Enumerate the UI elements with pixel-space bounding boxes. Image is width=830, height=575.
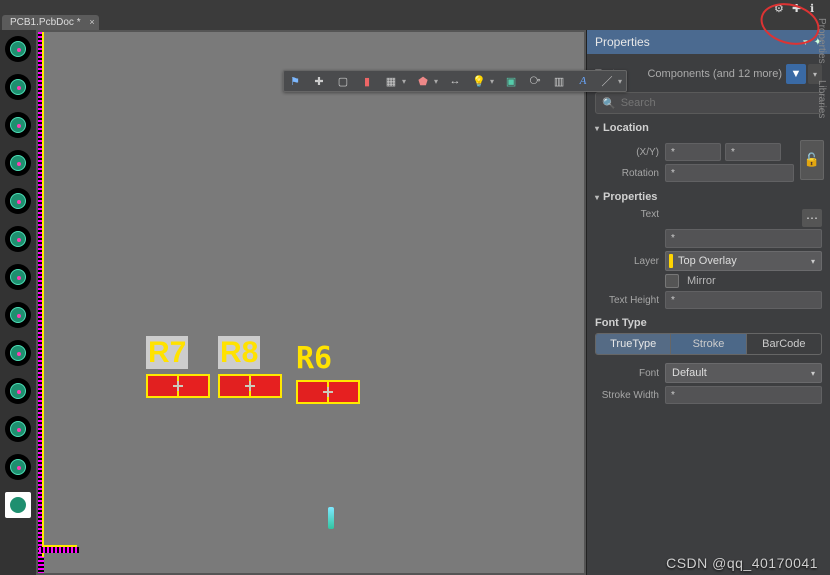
info-icon[interactable]: ℹ: [810, 2, 818, 10]
textheight-label: Text Height: [595, 295, 661, 306]
strokewidth-label: Stroke Width: [595, 390, 661, 401]
y-input[interactable]: *: [725, 143, 781, 161]
side-tab-properties[interactable]: Properties: [816, 18, 827, 64]
grid-icon[interactable]: ▦: [384, 74, 398, 88]
xy-label: (X/Y): [595, 147, 661, 158]
fonttype-stroke[interactable]: Stroke: [670, 334, 745, 354]
pad-selected-icon[interactable]: [5, 492, 31, 518]
font-label: Font: [595, 368, 661, 379]
pad-icon[interactable]: [5, 302, 31, 328]
plus-icon[interactable]: ✚: [312, 74, 326, 88]
search-input[interactable]: 🔍: [595, 92, 822, 114]
pad-icon[interactable]: [5, 378, 31, 404]
pad-icon[interactable]: [5, 340, 31, 366]
line-icon[interactable]: ／: [600, 74, 614, 88]
font-combo[interactable]: Default ▾: [665, 363, 822, 383]
rect-icon[interactable]: ▢: [336, 74, 350, 88]
fonttype-segment: TrueType Stroke BarCode: [595, 333, 822, 355]
properties-panel: Properties ▾ ✦ Text Components (and 12 m…: [586, 30, 830, 575]
layer-label: Layer: [595, 256, 661, 267]
designator[interactable]: R6: [296, 344, 360, 374]
pad-icon[interactable]: [5, 188, 31, 214]
board-outline: [43, 545, 77, 547]
polygon-icon[interactable]: ⬟: [416, 74, 430, 88]
font-value: Default: [672, 367, 707, 379]
component-r7[interactable]: R7: [146, 338, 210, 398]
component-r8[interactable]: R8: [218, 338, 282, 398]
footprint[interactable]: [218, 374, 282, 398]
board-outline: [42, 32, 44, 557]
close-icon[interactable]: ×: [89, 17, 94, 27]
image-icon[interactable]: ▣: [504, 74, 518, 88]
panel-title: Properties: [595, 35, 650, 49]
active-bar: ⚑ ✚ ▢ ▮ ▦▾ ⬟▾ ↔ 💡▾ ▣ ⧂ ▥ A ／▾: [283, 70, 627, 92]
flag-icon[interactable]: ⚑: [288, 74, 302, 88]
pad-icon[interactable]: [5, 150, 31, 176]
x-input[interactable]: *: [665, 143, 721, 161]
layer-value: Top Overlay: [678, 255, 737, 267]
section-location[interactable]: Location: [595, 122, 822, 134]
strokewidth-input[interactable]: *: [665, 386, 822, 404]
chart-icon[interactable]: ▥: [552, 74, 566, 88]
search-icon: 🔍: [602, 97, 616, 110]
board-edge: [39, 547, 79, 553]
search-field[interactable]: [621, 97, 815, 109]
pad-icon[interactable]: [5, 112, 31, 138]
pad-icon[interactable]: [5, 264, 31, 290]
side-tab-libraries[interactable]: Libraries: [816, 80, 827, 118]
layer-combo[interactable]: Top Overlay ▾: [665, 251, 822, 271]
component-rail: [0, 30, 36, 575]
graph-icon[interactable]: ⧂: [528, 74, 542, 88]
pin-icon[interactable]: ⚙: [774, 2, 782, 10]
help-icon[interactable]: ✚: [792, 2, 800, 10]
context-filter-label: Components (and 12 more): [647, 68, 782, 80]
textheight-input[interactable]: *: [665, 291, 822, 309]
designator[interactable]: R8: [218, 338, 282, 368]
pad-icon[interactable]: [5, 416, 31, 442]
component-r6[interactable]: R6: [296, 344, 360, 404]
bar-icon[interactable]: ▮: [360, 74, 374, 88]
panel-menu-icon[interactable]: ▾: [803, 37, 808, 48]
text-more-button[interactable]: ⋯: [802, 209, 822, 227]
mirror-checkbox[interactable]: [665, 274, 679, 288]
rotation-input[interactable]: *: [665, 164, 794, 182]
text-area[interactable]: *: [665, 229, 822, 248]
fonttype-barcode[interactable]: BarCode: [746, 334, 821, 354]
document-tab[interactable]: PCB1.PcbDoc * ×: [2, 15, 99, 30]
light-icon[interactable]: 💡: [472, 74, 486, 88]
chevron-down-icon: ▾: [811, 257, 815, 266]
text-icon[interactable]: A: [576, 74, 590, 88]
fonttype-truetype[interactable]: TrueType: [596, 334, 670, 354]
designator[interactable]: R7: [146, 338, 210, 368]
lock-button[interactable]: 🔓: [800, 140, 824, 180]
section-properties[interactable]: Properties: [595, 191, 822, 203]
dimension-icon[interactable]: ↔: [448, 74, 462, 88]
panel-header[interactable]: Properties ▾ ✦: [587, 30, 830, 54]
document-tabs: PCB1.PcbDoc * ×: [0, 12, 830, 30]
footprint[interactable]: [146, 374, 210, 398]
footprint[interactable]: [296, 380, 360, 404]
rotation-label: Rotation: [595, 168, 661, 179]
minimap[interactable]: [328, 507, 336, 537]
chevron-down-icon: ▾: [811, 369, 815, 378]
filter-button[interactable]: ▼: [786, 64, 806, 84]
pad-icon[interactable]: [5, 36, 31, 62]
mirror-label: Mirror: [687, 275, 716, 287]
pad-icon[interactable]: [5, 454, 31, 480]
pcb-canvas[interactable]: ⚑ ✚ ▢ ▮ ▦▾ ⬟▾ ↔ 💡▾ ▣ ⧂ ▥ A ／▾ R7 R8: [36, 30, 586, 575]
text-label: Text: [595, 209, 661, 220]
pad-icon[interactable]: [5, 74, 31, 100]
fonttype-heading: Font Type: [595, 317, 822, 329]
pad-icon[interactable]: [5, 226, 31, 252]
document-tab-label: PCB1.PcbDoc *: [10, 17, 81, 28]
watermark: CSDN @qq_40170041: [666, 555, 818, 571]
